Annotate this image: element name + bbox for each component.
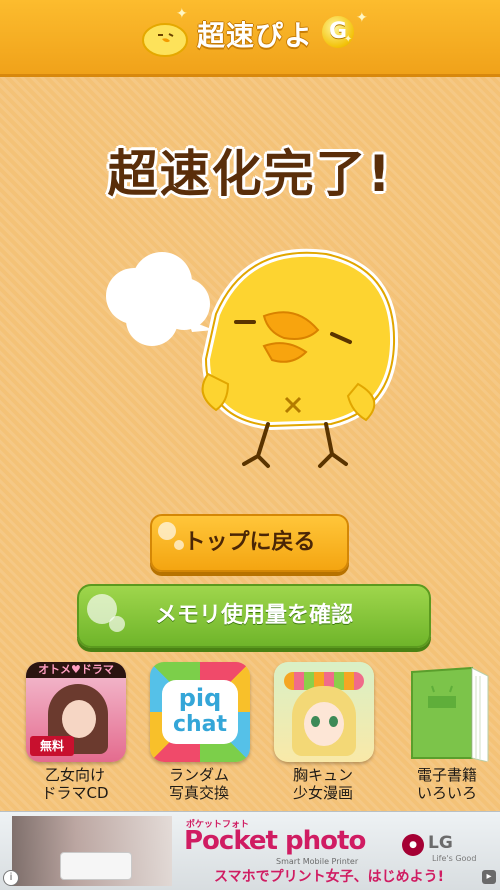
lg-logo-icon: ● — [402, 834, 424, 856]
character-eye — [311, 716, 320, 727]
shojo-manga-app-icon[interactable] — [274, 662, 374, 762]
ebook-app-icon[interactable] — [398, 662, 498, 762]
green-book-icon — [411, 666, 489, 762]
chick-logo-icon — [142, 23, 188, 57]
ad-brand-title: Pocket photo — [184, 826, 366, 856]
character-face — [304, 702, 344, 746]
button-shine — [158, 522, 176, 540]
piq-chat-app-icon[interactable]: piq chat — [150, 662, 250, 762]
lg-tagline: Life's Good — [432, 854, 477, 863]
speech-cloud-icon — [106, 252, 214, 346]
piq-text: piq — [178, 684, 222, 712]
back-to-top-button[interactable]: トップに戻る — [150, 514, 349, 572]
sparkle-icon: ✦ — [176, 6, 188, 22]
check-memory-button[interactable]: メモリ使用量を確認 — [77, 584, 431, 648]
completion-title: 超速化完了! — [107, 145, 393, 203]
button-shine — [174, 540, 184, 550]
lg-logo-text: LG — [428, 833, 453, 853]
character-eye — [329, 716, 338, 727]
free-badge: 無料 — [30, 736, 74, 756]
piq-chat-badge: piq chat — [162, 680, 238, 744]
ad-tagline: スマホでプリント女子、はじめよう! — [214, 869, 444, 885]
sparkle-icon: ✦ — [344, 34, 353, 45]
recommended-apps: オトメ♥ドラマ 無料 乙女向け ドラマCD piq chat ランダム 写真交換… — [0, 658, 500, 808]
chick-mascot-illustration — [106, 248, 399, 468]
otome-drama-icon-text: オトメ♥ドラマ — [26, 662, 126, 678]
chat-text: chat — [172, 712, 228, 737]
button-shine — [109, 616, 125, 632]
ad-close-icon[interactable]: ▸ — [482, 870, 496, 884]
printer-image — [60, 852, 132, 880]
back-to-top-label: トップに戻る — [183, 530, 316, 555]
check-memory-label: メモリ使用量を確認 — [154, 603, 353, 628]
sparkle-icon: ✦ — [356, 10, 368, 26]
otome-drama-app-icon[interactable]: オトメ♥ドラマ 無料 — [26, 662, 126, 762]
app-logo-text: 超速ぴよ — [197, 19, 314, 52]
app-label: 電子書籍 いろいろ — [416, 766, 477, 802]
character-face — [62, 700, 96, 738]
header-bar: 超速ぴよ G ✦ ✦ ✦ — [0, 0, 500, 77]
ad-subtitle: Smart Mobile Printer — [276, 857, 359, 866]
ad-info-icon[interactable]: i — [3, 870, 19, 886]
